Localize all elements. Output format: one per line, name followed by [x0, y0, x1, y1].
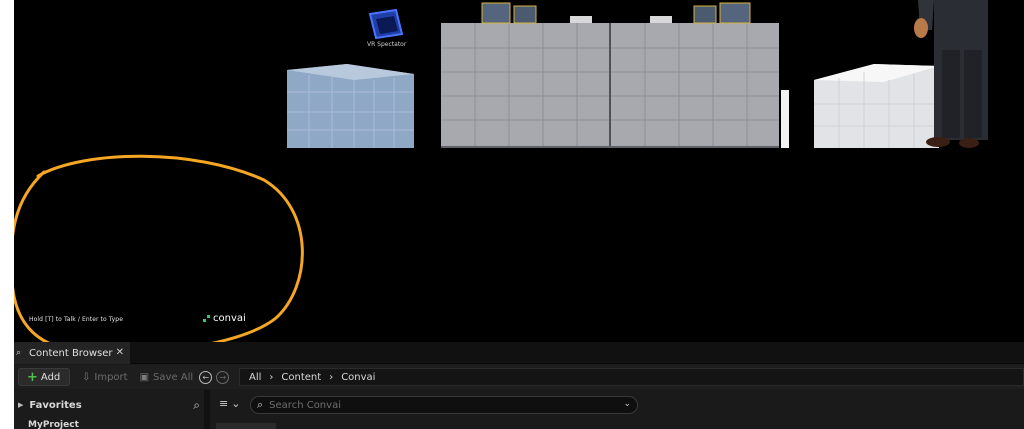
vr-spectator-icon[interactable] — [368, 8, 404, 40]
search-icon[interactable]: ⌕ — [193, 398, 200, 413]
top-props[interactable] — [481, 2, 751, 24]
chevron-right-icon[interactable]: › — [329, 372, 333, 383]
breadcrumb-item-all[interactable]: All — [249, 372, 261, 383]
content-browser-icon: ⌕ — [16, 348, 22, 358]
tab-label: Content Browser — [29, 347, 113, 359]
tab-content-browser[interactable]: ⌕ Content Browser ✕ — [14, 342, 130, 364]
annotation-circle — [14, 154, 304, 342]
sources-panel: ▶ Favorites ⌕ MyProject — [14, 390, 204, 429]
close-icon[interactable]: ✕ — [116, 347, 124, 358]
chevron-down-icon: ⌄ — [231, 397, 241, 410]
content-browser-toolbar: + Add ⇩ Import ▣ Save All ← → All › Cont… — [14, 365, 1024, 389]
left-cube[interactable] — [287, 64, 414, 148]
arrow-right-icon: → — [219, 372, 227, 382]
import-button[interactable]: ⇩ Import — [82, 372, 128, 383]
plus-icon: + — [27, 369, 38, 385]
save-icon: ▣ — [139, 371, 150, 383]
project-label: MyProject — [28, 420, 79, 429]
content-browser-tabbar: ⌕ Content Browser ✕ — [14, 342, 1024, 364]
pillar[interactable] — [781, 90, 789, 148]
center-wall-right[interactable] — [611, 23, 779, 148]
talk-hint-text: Hold [T] to Talk / Enter to Type — [29, 316, 123, 323]
breadcrumb-item-content[interactable]: Content — [281, 372, 321, 383]
level-viewport[interactable]: VR Spectator Hold [T] to Talk / Enter to… — [14, 0, 1024, 342]
convai-logo-icon — [203, 315, 210, 322]
chevron-down-icon[interactable]: ⌄ — [623, 399, 631, 409]
caret-right-icon[interactable]: ▶ — [18, 401, 23, 409]
chevron-right-icon[interactable]: › — [269, 372, 273, 383]
left-strip — [0, 0, 14, 429]
favorites-section[interactable]: ▶ Favorites ⌕ — [14, 396, 204, 414]
back-button[interactable]: ← — [199, 370, 213, 384]
search-icon: ⌕ — [257, 398, 264, 411]
forward-button[interactable]: → — [216, 370, 230, 384]
save-all-button-label: Save All — [153, 371, 194, 383]
vr-spectator-label: VR Spectator — [367, 41, 407, 48]
center-wall-left[interactable] — [441, 23, 609, 148]
add-button[interactable]: + Add — [18, 368, 70, 386]
breadcrumb-item-convai[interactable]: Convai — [341, 372, 375, 383]
content-browser-panel: ⌕ Content Browser ✕ + Add ⇩ Import ▣ Sav… — [14, 342, 1024, 429]
asset-thumbnail[interactable] — [216, 423, 276, 429]
add-button-label: Add — [40, 371, 61, 383]
convai-logo: convai — [203, 313, 246, 324]
viewport-scene — [14, 0, 988, 342]
search-input[interactable] — [269, 399, 600, 411]
import-icon: ⇩ — [82, 371, 91, 383]
convai-logo-text: convai — [213, 313, 246, 324]
project-section[interactable]: MyProject — [14, 420, 204, 429]
arrow-left-icon: ← — [202, 372, 210, 382]
breadcrumb: All › Content › Convai — [239, 368, 1024, 386]
favorites-label: Favorites — [29, 399, 82, 411]
search-field[interactable]: ⌕ ⌄ — [250, 396, 638, 414]
asset-view: ≡ ⌄ ⌕ ⌄ — [210, 390, 1024, 429]
right-cube[interactable] — [814, 64, 939, 148]
save-all-button[interactable]: ▣ Save All — [140, 372, 194, 383]
import-button-label: Import — [94, 371, 128, 383]
filter-button[interactable]: ≡ ⌄ — [219, 397, 240, 410]
filter-icon: ≡ — [219, 397, 229, 410]
